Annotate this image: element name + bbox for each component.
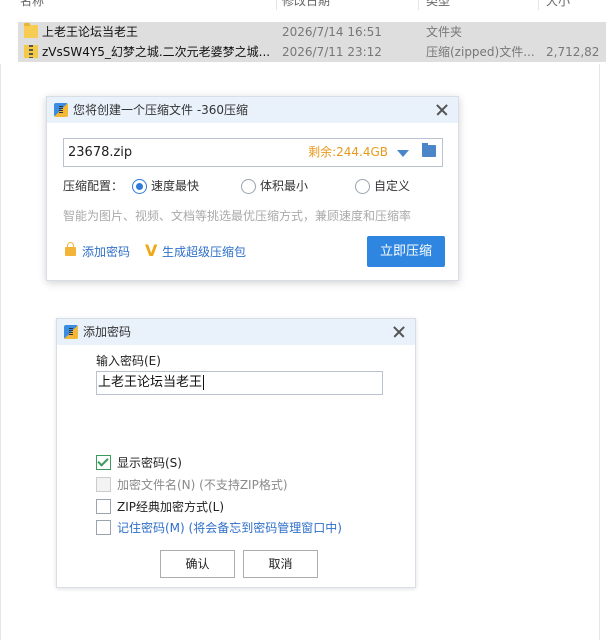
file-row-zip[interactable]: zVsSW4Y5_幻梦之城.二次元老婆梦之城... 2026/7/11 23:1… bbox=[18, 42, 606, 62]
radio-button[interactable] bbox=[241, 179, 256, 194]
window-edge bbox=[0, 64, 1, 640]
checkbox-label: 记住密码(M) (将会备忘到密码管理窗口中) bbox=[117, 521, 342, 535]
password-input-label: 输入密码(E) bbox=[96, 354, 161, 368]
file-size: 2,712,82 bbox=[546, 45, 600, 59]
confirm-button[interactable]: 确认 bbox=[160, 550, 235, 578]
dialog-titlebar[interactable]: 添加密码 bbox=[57, 319, 415, 345]
column-separator[interactable] bbox=[276, 0, 277, 10]
file-type: 压缩(zipped)文件... bbox=[426, 45, 535, 59]
compress-app-icon bbox=[54, 103, 68, 117]
column-separator[interactable] bbox=[418, 0, 419, 10]
checkbox-label: 显示密码(S) bbox=[117, 456, 182, 470]
cancel-button[interactable]: 取消 bbox=[243, 550, 318, 578]
file-name: zVsSW4Y5_幻梦之城.二次元老婆梦之城... bbox=[42, 45, 271, 59]
checkbox-label: 加密文件名(N) (不支持ZIP格式) bbox=[117, 478, 288, 492]
dialog-title: 您将创建一个压缩文件 -360压缩 bbox=[73, 103, 249, 117]
close-button[interactable] bbox=[389, 322, 409, 342]
compress-app-icon bbox=[64, 325, 78, 339]
link-label: 生成超级压缩包 bbox=[162, 245, 247, 259]
radio-label: 自定义 bbox=[374, 179, 411, 193]
file-date: 2026/7/14 16:51 bbox=[282, 25, 382, 39]
radio-label: 速度最快 bbox=[151, 179, 200, 193]
v-badge-icon: V bbox=[145, 241, 158, 260]
zip-file-icon bbox=[24, 45, 38, 58]
text-caret bbox=[203, 375, 205, 390]
checkbox[interactable] bbox=[96, 520, 111, 535]
compress-hint: 智能为图片、视频、文档等挑选最优压缩方式，兼顾速度和压缩率 bbox=[63, 209, 412, 223]
column-separator[interactable] bbox=[538, 0, 539, 10]
remaining-space: 剩余:244.4GB bbox=[308, 145, 388, 159]
column-header-name[interactable]: 名称 bbox=[20, 0, 44, 9]
file-date: 2026/7/11 23:12 bbox=[282, 45, 382, 59]
chevron-down-icon[interactable] bbox=[397, 150, 409, 157]
file-explorer-list: 名称 修改日期 类型 大小 上老王论坛当老王 2026/7/14 16:51 文… bbox=[0, 0, 606, 70]
folder-icon bbox=[24, 23, 38, 38]
compress-config-label: 压缩配置： bbox=[63, 179, 124, 193]
dialog-titlebar[interactable]: 您将创建一个压缩文件 -360压缩 bbox=[47, 97, 458, 123]
dialog-title: 添加密码 bbox=[83, 325, 132, 339]
link-label: 添加密码 bbox=[82, 245, 131, 259]
checkbox-label: ZIP经典加密方式(L) bbox=[117, 500, 225, 514]
file-row-folder[interactable]: 上老王论坛当老王 2026/7/14 16:51 文件夹 bbox=[18, 22, 606, 42]
column-header-type[interactable]: 类型 bbox=[426, 0, 450, 9]
archive-path-field[interactable]: 23678.zip 剩余:244.4GB bbox=[63, 138, 443, 167]
column-header-date[interactable]: 修改日期 bbox=[282, 0, 330, 9]
checkbox bbox=[96, 477, 111, 492]
add-password-dialog: 添加密码 输入密码(E) 上老王论坛当老王 显示密码(S) 加密文件名(N) (… bbox=[56, 318, 416, 588]
compress-dialog: 您将创建一个压缩文件 -360压缩 23678.zip 剩余:244.4GB 压… bbox=[46, 96, 459, 281]
lock-icon bbox=[65, 242, 76, 256]
folder-browse-icon[interactable] bbox=[422, 143, 436, 157]
password-input[interactable]: 上老王论坛当老王 bbox=[96, 371, 383, 395]
radio-button[interactable] bbox=[132, 179, 147, 194]
file-type: 文件夹 bbox=[426, 25, 463, 39]
file-name: 上老王论坛当老王 bbox=[42, 25, 139, 39]
archive-filename[interactable]: 23678.zip bbox=[68, 139, 132, 166]
close-button[interactable] bbox=[432, 100, 452, 120]
radio-button[interactable] bbox=[355, 179, 370, 194]
column-header-size[interactable]: 大小 bbox=[546, 0, 570, 9]
password-value: 上老王论坛当老王 bbox=[98, 375, 203, 390]
checkbox[interactable] bbox=[96, 455, 111, 470]
radio-label: 体积最小 bbox=[260, 179, 309, 193]
compress-now-button[interactable]: 立即压缩 bbox=[367, 236, 445, 267]
window-edge bbox=[599, 64, 600, 640]
checkbox[interactable] bbox=[96, 499, 111, 514]
